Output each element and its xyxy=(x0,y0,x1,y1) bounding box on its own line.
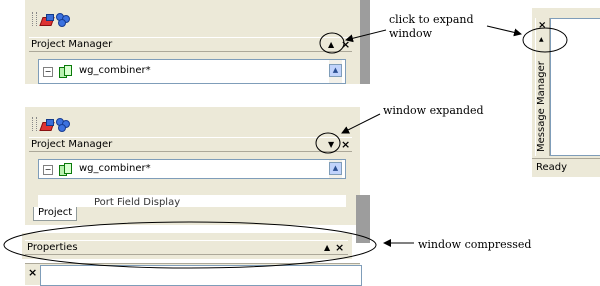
arrow-click-expand-right xyxy=(486,25,522,37)
highlight-circle-mid xyxy=(315,132,341,154)
highlight-ellipse-bottom xyxy=(3,221,377,269)
annotation-overlay xyxy=(3,25,568,269)
arrow-click-expand xyxy=(345,29,387,43)
highlight-circle-top xyxy=(319,32,345,54)
highlight-circle-right xyxy=(522,27,568,53)
arrow-window-expanded xyxy=(341,113,381,134)
